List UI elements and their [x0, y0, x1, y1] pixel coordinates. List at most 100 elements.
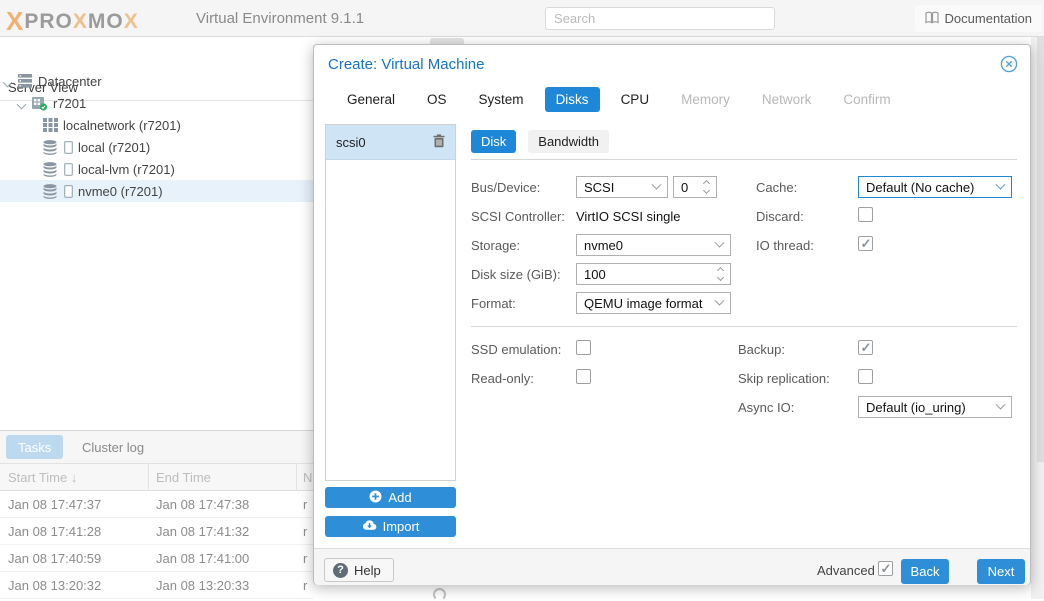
ssd-emulation-checkbox[interactable]	[576, 340, 591, 355]
io-thread-label: IO thread:	[756, 238, 814, 253]
expand-chevron-icon[interactable]	[18, 96, 25, 111]
tree-item-node-r7201[interactable]: r7201	[0, 92, 313, 114]
file-icon	[64, 163, 73, 176]
spinner-arrows-icon[interactable]	[718, 268, 723, 280]
file-icon	[64, 185, 73, 198]
tree-item-local[interactable]: local (r7201)	[0, 136, 313, 158]
tree-item-label: Datacenter	[38, 74, 102, 89]
node-icon	[31, 96, 48, 111]
sort-desc-icon: ↓	[71, 470, 78, 485]
tab-memory: Memory	[670, 87, 741, 112]
tab-bandwidth[interactable]: Bandwidth	[528, 130, 609, 153]
task-row[interactable]: Jan 08 13:20:32 Jan 08 13:20:33 r	[0, 572, 313, 599]
bus-number-stepper[interactable]: 0	[673, 176, 717, 198]
dialog-tabs: General OS System Disks CPU Memory Netwo…	[336, 87, 902, 112]
discard-checkbox[interactable]	[858, 207, 873, 222]
expand-chevron-icon[interactable]	[4, 74, 11, 89]
file-icon	[64, 141, 73, 154]
storage-icon	[43, 184, 59, 199]
task-node: r	[303, 524, 307, 539]
task-start-time: Jan 08 17:41:28	[8, 524, 101, 539]
back-button[interactable]: Back	[901, 559, 949, 584]
divider	[471, 326, 1017, 327]
column-divider	[296, 463, 297, 491]
column-node[interactable]: N	[303, 470, 312, 485]
tab-os[interactable]: OS	[416, 87, 458, 112]
search-input[interactable]	[545, 7, 775, 30]
disk-sub-tabs: Disk Bandwidth	[471, 130, 609, 153]
disk-list-item-scsi0[interactable]: scsi0	[326, 125, 455, 160]
tasks-panel: Tasks Cluster log Start Time ↓ End Time …	[0, 430, 313, 599]
tab-disks[interactable]: Disks	[545, 87, 600, 112]
async-io-label: Async IO:	[738, 400, 794, 415]
storage-label: Storage:	[471, 238, 520, 253]
loading-spinner-fragment	[433, 588, 446, 601]
task-end-time: Jan 08 13:20:33	[156, 578, 249, 593]
tab-cpu[interactable]: CPU	[610, 87, 661, 112]
tab-system[interactable]: System	[468, 87, 535, 112]
tree-item-label: r7201	[53, 96, 86, 111]
trash-icon[interactable]	[433, 134, 445, 151]
import-disk-button[interactable]: Import	[325, 516, 456, 537]
task-end-time: Jan 08 17:47:38	[156, 497, 249, 512]
tab-confirm: Confirm	[832, 87, 901, 112]
disk-size-stepper[interactable]: 100	[576, 263, 731, 285]
tree-item-label: local-lvm (r7201)	[78, 162, 175, 177]
task-row[interactable]: Jan 08 17:41:28 Jan 08 17:41:32 r	[0, 518, 313, 545]
column-divider	[148, 463, 149, 491]
tree-item-local-lvm[interactable]: local-lvm (r7201)	[0, 158, 313, 180]
tree-item-label: local (r7201)	[78, 140, 150, 155]
scsi-controller-label: SCSI Controller:	[471, 209, 565, 224]
skip-replication-checkbox[interactable]	[858, 369, 873, 384]
advanced-checkbox[interactable]	[878, 561, 893, 576]
add-disk-button[interactable]: Add	[325, 487, 456, 508]
cache-label: Cache:	[756, 180, 797, 195]
scsi-controller-value: VirtIO SCSI single	[576, 209, 681, 224]
disk-size-label: Disk size (GiB):	[471, 267, 561, 282]
tab-tasks[interactable]: Tasks	[6, 435, 63, 459]
read-only-checkbox[interactable]	[576, 369, 591, 384]
task-row[interactable]: Jan 08 17:47:37 Jan 08 17:47:38 r	[0, 491, 313, 518]
question-icon: ?	[333, 563, 348, 578]
tree-item-datacenter[interactable]: Datacenter	[0, 70, 313, 92]
column-start-time[interactable]: Start Time ↓	[8, 470, 77, 485]
import-label: Import	[383, 519, 420, 534]
tree-item-nvme0[interactable]: nvme0 (r7201)	[0, 180, 313, 202]
dialog-footer: ? Help Advanced Back Next	[314, 548, 1030, 585]
tab-cluster-log[interactable]: Cluster log	[70, 435, 156, 459]
proxmox-logo: XPROXMOX	[6, 6, 139, 37]
backup-checkbox[interactable]	[858, 340, 873, 355]
tree-item-localnetwork[interactable]: localnetwork (r7201)	[0, 114, 313, 136]
task-end-time: Jan 08 17:41:32	[156, 524, 249, 539]
task-row[interactable]: Jan 08 17:40:59 Jan 08 17:41:00 r	[0, 545, 313, 572]
next-button[interactable]: Next	[977, 559, 1025, 584]
help-button[interactable]: ? Help	[324, 558, 394, 582]
read-only-label: Read-only:	[471, 371, 534, 386]
format-select[interactable]: QEMU image format	[576, 292, 731, 314]
spinner-arrows-icon[interactable]	[704, 181, 709, 193]
column-end-time[interactable]: End Time	[156, 470, 211, 485]
documentation-button[interactable]: Documentation	[915, 5, 1042, 32]
tab-general[interactable]: General	[336, 87, 406, 112]
cache-select[interactable]: Default (No cache)	[858, 176, 1012, 198]
version-text: Virtual Environment 9.1.1	[196, 10, 364, 27]
book-icon	[925, 11, 939, 27]
cloud-import-icon	[362, 519, 377, 534]
background-content-sliver	[1037, 37, 1044, 462]
bus-device-select[interactable]: SCSI	[576, 176, 668, 198]
bus-device-label: Bus/Device:	[471, 180, 540, 195]
close-icon[interactable]	[1000, 55, 1018, 73]
storage-select[interactable]: nvme0	[576, 234, 731, 256]
help-label: Help	[354, 563, 381, 578]
discard-label: Discard:	[756, 209, 804, 224]
async-io-select[interactable]: Default (io_uring)	[858, 396, 1012, 418]
app-header: XPROXMOX Virtual Environment 9.1.1 Docum…	[0, 0, 1044, 37]
network-icon	[43, 118, 58, 132]
create-vm-dialog: Create: Virtual Machine General OS Syste…	[313, 44, 1031, 585]
storage-icon	[43, 140, 59, 155]
task-node: r	[303, 578, 307, 593]
backup-label: Backup:	[738, 342, 785, 357]
tab-disk[interactable]: Disk	[471, 130, 516, 153]
tree-item-label: nvme0 (r7201)	[78, 184, 163, 199]
io-thread-checkbox[interactable]	[858, 236, 873, 251]
